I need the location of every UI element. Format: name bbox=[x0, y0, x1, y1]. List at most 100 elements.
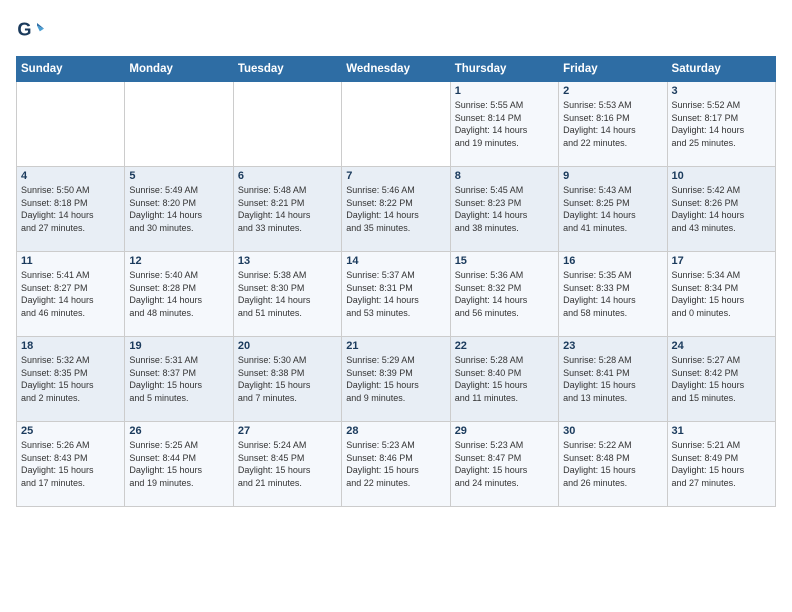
day-number: 21 bbox=[346, 340, 445, 352]
day-info: Sunrise: 5:53 AM Sunset: 8:16 PM Dayligh… bbox=[563, 99, 662, 149]
day-number: 22 bbox=[455, 340, 554, 352]
day-number: 5 bbox=[129, 170, 228, 182]
day-info: Sunrise: 5:45 AM Sunset: 8:23 PM Dayligh… bbox=[455, 184, 554, 234]
day-number: 16 bbox=[563, 255, 662, 267]
calendar-cell: 18 Sunrise: 5:32 AM Sunset: 8:35 PM Dayli… bbox=[17, 337, 125, 422]
day-info: Sunrise: 5:23 AM Sunset: 8:46 PM Dayligh… bbox=[346, 439, 445, 489]
day-number: 3 bbox=[672, 85, 771, 97]
calendar-cell: 15 Sunrise: 5:36 AM Sunset: 8:32 PM Dayli… bbox=[450, 252, 558, 337]
day-number: 14 bbox=[346, 255, 445, 267]
day-info: Sunrise: 5:24 AM Sunset: 8:45 PM Dayligh… bbox=[238, 439, 337, 489]
day-number: 15 bbox=[455, 255, 554, 267]
day-number: 11 bbox=[21, 255, 120, 267]
page-header: G bbox=[16, 16, 776, 44]
calendar-week-row: 25 Sunrise: 5:26 AM Sunset: 8:43 PM Dayli… bbox=[17, 422, 776, 507]
calendar-cell: 21 Sunrise: 5:29 AM Sunset: 8:39 PM Dayli… bbox=[342, 337, 450, 422]
weekday-header: Wednesday bbox=[342, 57, 450, 82]
day-info: Sunrise: 5:43 AM Sunset: 8:25 PM Dayligh… bbox=[563, 184, 662, 234]
calendar-cell: 29 Sunrise: 5:23 AM Sunset: 8:47 PM Dayli… bbox=[450, 422, 558, 507]
calendar-cell: 24 Sunrise: 5:27 AM Sunset: 8:42 PM Dayli… bbox=[667, 337, 775, 422]
calendar-cell bbox=[125, 82, 233, 167]
day-info: Sunrise: 5:42 AM Sunset: 8:26 PM Dayligh… bbox=[672, 184, 771, 234]
day-info: Sunrise: 5:27 AM Sunset: 8:42 PM Dayligh… bbox=[672, 354, 771, 404]
day-info: Sunrise: 5:50 AM Sunset: 8:18 PM Dayligh… bbox=[21, 184, 120, 234]
day-info: Sunrise: 5:46 AM Sunset: 8:22 PM Dayligh… bbox=[346, 184, 445, 234]
calendar-cell: 7 Sunrise: 5:46 AM Sunset: 8:22 PM Daylig… bbox=[342, 167, 450, 252]
day-info: Sunrise: 5:35 AM Sunset: 8:33 PM Dayligh… bbox=[563, 269, 662, 319]
day-info: Sunrise: 5:29 AM Sunset: 8:39 PM Dayligh… bbox=[346, 354, 445, 404]
day-number: 18 bbox=[21, 340, 120, 352]
calendar-cell: 22 Sunrise: 5:28 AM Sunset: 8:40 PM Dayli… bbox=[450, 337, 558, 422]
day-number: 7 bbox=[346, 170, 445, 182]
calendar-week-row: 4 Sunrise: 5:50 AM Sunset: 8:18 PM Daylig… bbox=[17, 167, 776, 252]
day-number: 27 bbox=[238, 425, 337, 437]
calendar-cell: 31 Sunrise: 5:21 AM Sunset: 8:49 PM Dayli… bbox=[667, 422, 775, 507]
calendar-cell: 12 Sunrise: 5:40 AM Sunset: 8:28 PM Dayli… bbox=[125, 252, 233, 337]
calendar-week-row: 18 Sunrise: 5:32 AM Sunset: 8:35 PM Dayli… bbox=[17, 337, 776, 422]
day-info: Sunrise: 5:37 AM Sunset: 8:31 PM Dayligh… bbox=[346, 269, 445, 319]
weekday-header: Sunday bbox=[17, 57, 125, 82]
day-info: Sunrise: 5:34 AM Sunset: 8:34 PM Dayligh… bbox=[672, 269, 771, 319]
day-number: 31 bbox=[672, 425, 771, 437]
calendar-cell: 23 Sunrise: 5:28 AM Sunset: 8:41 PM Dayli… bbox=[559, 337, 667, 422]
logo-icon: G bbox=[16, 16, 44, 44]
day-info: Sunrise: 5:31 AM Sunset: 8:37 PM Dayligh… bbox=[129, 354, 228, 404]
day-number: 9 bbox=[563, 170, 662, 182]
calendar-cell bbox=[17, 82, 125, 167]
day-info: Sunrise: 5:26 AM Sunset: 8:43 PM Dayligh… bbox=[21, 439, 120, 489]
weekday-header: Thursday bbox=[450, 57, 558, 82]
calendar-cell: 26 Sunrise: 5:25 AM Sunset: 8:44 PM Dayli… bbox=[125, 422, 233, 507]
logo: G bbox=[16, 16, 48, 44]
day-info: Sunrise: 5:28 AM Sunset: 8:40 PM Dayligh… bbox=[455, 354, 554, 404]
day-info: Sunrise: 5:23 AM Sunset: 8:47 PM Dayligh… bbox=[455, 439, 554, 489]
day-number: 23 bbox=[563, 340, 662, 352]
calendar-week-row: 11Sunrise: 5:41 AM Sunset: 8:27 PM Dayli… bbox=[17, 252, 776, 337]
calendar-cell: 10Sunrise: 5:42 AM Sunset: 8:26 PM Dayli… bbox=[667, 167, 775, 252]
day-number: 8 bbox=[455, 170, 554, 182]
calendar-cell: 4 Sunrise: 5:50 AM Sunset: 8:18 PM Daylig… bbox=[17, 167, 125, 252]
calendar-cell: 6Sunrise: 5:48 AM Sunset: 8:21 PM Daylig… bbox=[233, 167, 341, 252]
day-number: 25 bbox=[21, 425, 120, 437]
day-info: Sunrise: 5:40 AM Sunset: 8:28 PM Dayligh… bbox=[129, 269, 228, 319]
day-info: Sunrise: 5:36 AM Sunset: 8:32 PM Dayligh… bbox=[455, 269, 554, 319]
day-number: 26 bbox=[129, 425, 228, 437]
day-info: Sunrise: 5:48 AM Sunset: 8:21 PM Dayligh… bbox=[238, 184, 337, 234]
calendar-cell: 27 Sunrise: 5:24 AM Sunset: 8:45 PM Dayli… bbox=[233, 422, 341, 507]
day-number: 19 bbox=[129, 340, 228, 352]
day-number: 28 bbox=[346, 425, 445, 437]
calendar-cell: 2Sunrise: 5:53 AM Sunset: 8:16 PM Daylig… bbox=[559, 82, 667, 167]
weekday-header-row: SundayMondayTuesdayWednesdayThursdayFrid… bbox=[17, 57, 776, 82]
calendar-cell: 17 Sunrise: 5:34 AM Sunset: 8:34 PM Dayli… bbox=[667, 252, 775, 337]
day-number: 29 bbox=[455, 425, 554, 437]
calendar-cell: 1Sunrise: 5:55 AM Sunset: 8:14 PM Daylig… bbox=[450, 82, 558, 167]
calendar-cell: 28 Sunrise: 5:23 AM Sunset: 8:46 PM Dayli… bbox=[342, 422, 450, 507]
day-info: Sunrise: 5:28 AM Sunset: 8:41 PM Dayligh… bbox=[563, 354, 662, 404]
calendar-cell: 11Sunrise: 5:41 AM Sunset: 8:27 PM Dayli… bbox=[17, 252, 125, 337]
weekday-header: Saturday bbox=[667, 57, 775, 82]
calendar-cell: 13Sunrise: 5:38 AM Sunset: 8:30 PM Dayli… bbox=[233, 252, 341, 337]
day-number: 4 bbox=[21, 170, 120, 182]
day-info: Sunrise: 5:25 AM Sunset: 8:44 PM Dayligh… bbox=[129, 439, 228, 489]
day-number: 17 bbox=[672, 255, 771, 267]
calendar-cell: 16 Sunrise: 5:35 AM Sunset: 8:33 PM Dayli… bbox=[559, 252, 667, 337]
calendar-cell bbox=[233, 82, 341, 167]
calendar-cell: 20Sunrise: 5:30 AM Sunset: 8:38 PM Dayli… bbox=[233, 337, 341, 422]
day-number: 1 bbox=[455, 85, 554, 97]
calendar-cell: 3Sunrise: 5:52 AM Sunset: 8:17 PM Daylig… bbox=[667, 82, 775, 167]
weekday-header: Monday bbox=[125, 57, 233, 82]
weekday-header: Tuesday bbox=[233, 57, 341, 82]
calendar-cell bbox=[342, 82, 450, 167]
svg-text:G: G bbox=[17, 20, 31, 40]
calendar-cell: 30Sunrise: 5:22 AM Sunset: 8:48 PM Dayli… bbox=[559, 422, 667, 507]
day-number: 12 bbox=[129, 255, 228, 267]
day-number: 24 bbox=[672, 340, 771, 352]
day-info: Sunrise: 5:21 AM Sunset: 8:49 PM Dayligh… bbox=[672, 439, 771, 489]
calendar-cell: 8 Sunrise: 5:45 AM Sunset: 8:23 PM Daylig… bbox=[450, 167, 558, 252]
day-info: Sunrise: 5:49 AM Sunset: 8:20 PM Dayligh… bbox=[129, 184, 228, 234]
calendar-cell: 5 Sunrise: 5:49 AM Sunset: 8:20 PM Daylig… bbox=[125, 167, 233, 252]
calendar-cell: 14 Sunrise: 5:37 AM Sunset: 8:31 PM Dayli… bbox=[342, 252, 450, 337]
day-info: Sunrise: 5:32 AM Sunset: 8:35 PM Dayligh… bbox=[21, 354, 120, 404]
weekday-header: Friday bbox=[559, 57, 667, 82]
calendar-table: SundayMondayTuesdayWednesdayThursdayFrid… bbox=[16, 56, 776, 507]
calendar-cell: 25 Sunrise: 5:26 AM Sunset: 8:43 PM Dayli… bbox=[17, 422, 125, 507]
